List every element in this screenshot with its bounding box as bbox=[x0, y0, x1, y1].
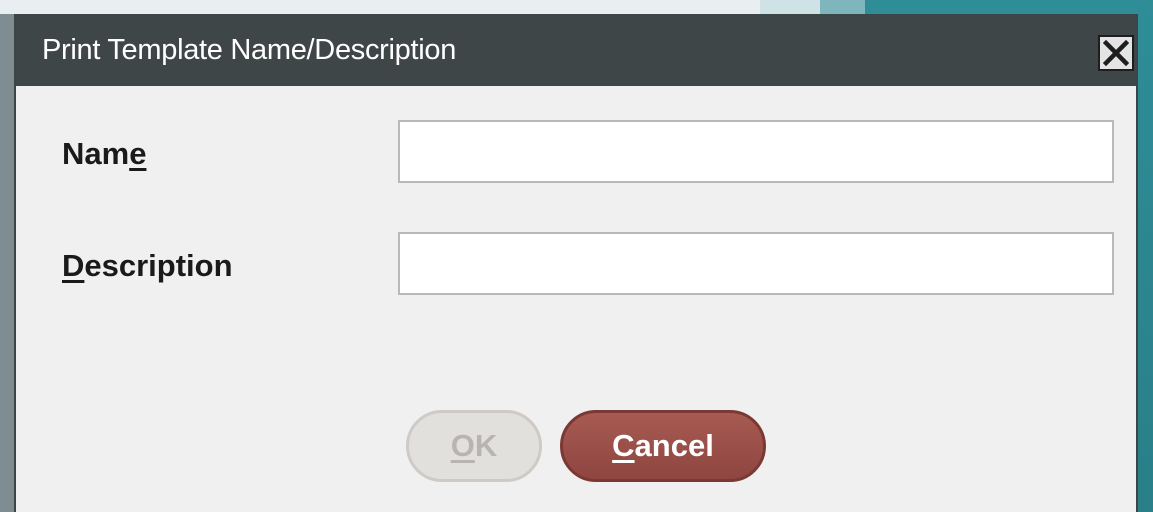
dialog-titlebar: Print Template Name/Description bbox=[16, 16, 1136, 86]
ok-button[interactable]: OK bbox=[406, 410, 542, 482]
background-app-region bbox=[820, 0, 865, 14]
dialog-title: Print Template Name/Description bbox=[42, 34, 457, 66]
name-label-mnemonic: e bbox=[129, 136, 147, 171]
close-button[interactable] bbox=[1098, 35, 1134, 71]
background-app-strip bbox=[0, 0, 1153, 14]
name-label-text: Nam bbox=[62, 136, 130, 171]
cancel-button[interactable]: Cancel bbox=[560, 410, 766, 482]
background-app-region bbox=[865, 0, 1153, 14]
close-icon bbox=[1103, 40, 1129, 66]
name-label: Name bbox=[62, 136, 146, 172]
cancel-button-mnemonic: C bbox=[612, 428, 635, 463]
background-app-region bbox=[1138, 0, 1153, 512]
background-app-region bbox=[760, 0, 820, 14]
name-input[interactable] bbox=[398, 120, 1114, 183]
ok-button-label: K bbox=[474, 428, 498, 463]
description-label: Description bbox=[62, 248, 233, 284]
ok-button-mnemonic: O bbox=[450, 428, 475, 463]
description-label-mnemonic: D bbox=[62, 248, 85, 283]
description-input[interactable] bbox=[398, 232, 1114, 295]
cancel-button-label: ancel bbox=[634, 428, 714, 463]
description-label-rest: escription bbox=[84, 248, 233, 283]
print-template-dialog: Print Template Name/Description Name Des… bbox=[14, 14, 1138, 512]
